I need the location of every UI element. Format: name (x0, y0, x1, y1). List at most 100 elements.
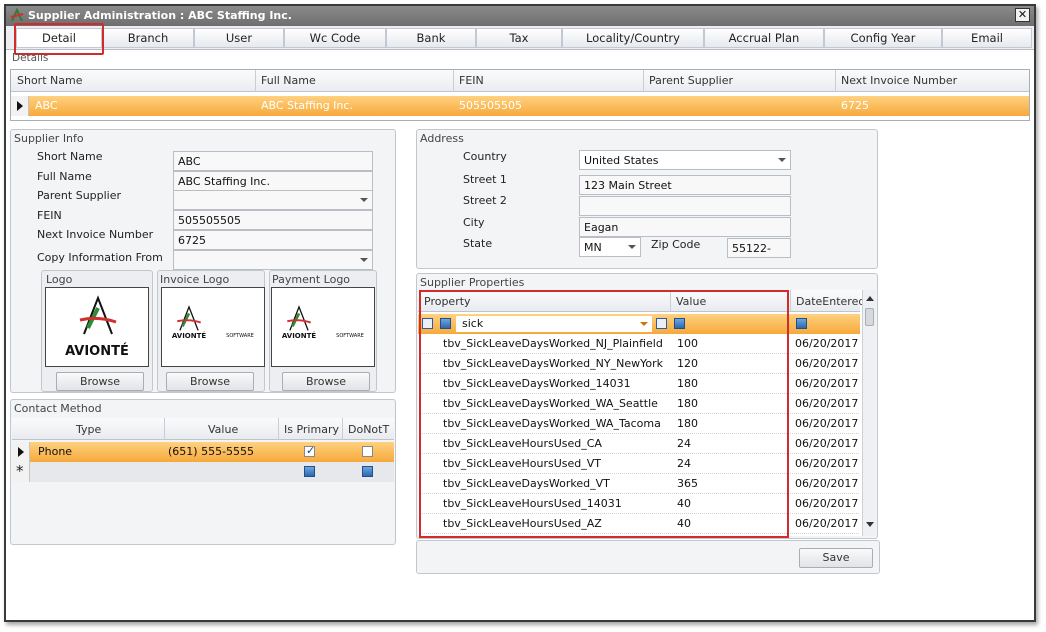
tab-tax[interactable]: Tax (476, 28, 562, 48)
is-primary-checkbox[interactable]: ✓ (304, 444, 315, 457)
table-row[interactable]: tbv_SickLeaveDaysWorked_WA_Tacoma 180 06/2… (419, 414, 859, 434)
contact-value: (651) 555-5555 (168, 445, 255, 458)
property-name: tbv_SickLeaveDaysWorked_WA_Tacoma (443, 417, 661, 430)
new-is-primary-checkbox[interactable] (304, 466, 315, 477)
contact-new-row[interactable]: * (12, 462, 394, 482)
details-selected-row[interactable]: ABC ABC Staffing Inc. 505505505 6725 (11, 96, 1029, 116)
supplier-info-title: Supplier Info (14, 132, 84, 145)
tab-config-year[interactable]: Config Year (824, 28, 942, 48)
col-fein[interactable]: FEIN (459, 74, 484, 87)
save-bar: Save (416, 540, 880, 574)
scroll-up-icon[interactable] (866, 296, 874, 301)
street1-label: Street 1 (463, 173, 507, 186)
row-indicator (12, 442, 30, 462)
contact-method-panel: Contact Method Type Value Is Primary DoN… (10, 399, 396, 545)
tab-strip: Detail Branch User Wc Code Bank Tax Loca… (6, 26, 1034, 50)
tab-wc-code[interactable]: Wc Code (284, 28, 386, 48)
scroll-thumb[interactable] (865, 308, 874, 326)
tab-detail[interactable]: Detail (16, 28, 102, 48)
close-button[interactable]: ✕ (1015, 8, 1030, 22)
contact-row-phone[interactable]: Phone (651) 555-5555 ✓ (12, 442, 394, 462)
cell-full-name: ABC Staffing Inc. (261, 99, 353, 112)
short-name-field[interactable]: ABC (173, 151, 373, 171)
table-row[interactable]: tbv_SickLeaveHoursUsed_VT 24 06/20/2017 (419, 454, 859, 474)
scroll-down-icon[interactable] (866, 522, 874, 527)
tab-bank[interactable]: Bank (386, 28, 476, 48)
tab-locality-country[interactable]: Locality/Country (562, 28, 704, 48)
logo-image[interactable]: AVIONTÉ (45, 287, 149, 367)
supplier-properties-panel: Supplier Properties Property Value DateE… (416, 273, 878, 539)
col-full-name[interactable]: Full Name (261, 74, 316, 87)
invoice-logo-image[interactable]: AVIONTÉ SOFTWARE (161, 287, 265, 367)
col-prop-value[interactable]: Value (676, 295, 706, 308)
table-row[interactable]: tbv_SickLeaveDaysWorked_VT 365 06/20/2017 (419, 474, 859, 494)
next-invoice-field[interactable]: 6725 (173, 230, 373, 250)
property-name: tbv_SickLeaveDaysWorked_NY_NewYork (443, 357, 663, 370)
value-filter-operator-icon[interactable] (674, 318, 685, 329)
invoice-logo-wordmark: AVIONTÉ (171, 332, 207, 340)
full-name-field[interactable]: ABC Staffing Inc. (173, 171, 373, 191)
address-panel: Address Country United States Street 1 1… (416, 129, 878, 269)
filter-clear-icon[interactable] (422, 318, 433, 329)
col-is-primary[interactable]: Is Primary (284, 423, 339, 436)
col-type[interactable]: Type (76, 423, 101, 436)
street2-field[interactable] (579, 196, 791, 216)
copy-from-label: Copy Information From (37, 251, 163, 264)
country-label: Country (463, 150, 507, 163)
cell-next-invoice: 6725 (841, 99, 869, 112)
table-row[interactable]: tbv_SickLeaveHoursUsed_14031 40 06/20/2017 (419, 494, 859, 514)
table-row[interactable]: tbv_SickLeaveDaysWorked_NY_NewYork 120 06/… (419, 354, 859, 374)
cell-short-name: ABC (35, 99, 58, 112)
details-grid-header: Short Name Full Name FEIN Parent Supplie… (11, 70, 1029, 92)
street1-field[interactable]: 123 Main Street (579, 175, 791, 195)
table-row[interactable]: tbv_SickLeaveHoursUsed_CA 24 06/20/2017 (419, 434, 859, 454)
col-next-invoice-number[interactable]: Next Invoice Number (841, 74, 957, 87)
property-date: 06/20/2017 (795, 337, 859, 350)
table-row[interactable]: tbv_SickLeaveDaysWorked_WA_Seattle 180 06/… (419, 394, 859, 414)
property-filter-input[interactable]: sick (456, 316, 652, 332)
tab-branch[interactable]: Branch (102, 28, 194, 48)
tab-user[interactable]: User (194, 28, 284, 48)
parent-supplier-dropdown[interactable] (173, 190, 373, 210)
zip-label: Zip Code (651, 238, 701, 251)
zip-field[interactable]: 55122- (727, 238, 791, 258)
new-row-indicator: * (12, 462, 30, 482)
copy-from-dropdown[interactable] (173, 250, 373, 270)
properties-scrollbar[interactable] (862, 290, 876, 536)
payment-logo-image[interactable]: AVIONTÉ SOFTWARE (271, 287, 375, 367)
col-value[interactable]: Value (208, 423, 238, 436)
details-grid: Short Name Full Name FEIN Parent Supplie… (10, 69, 1030, 121)
property-value: 180 (677, 397, 698, 410)
chevron-down-icon (360, 198, 368, 202)
col-property[interactable]: Property (424, 295, 471, 308)
city-field[interactable]: Eagan (579, 217, 791, 237)
property-name: tbv_SickLeaveDaysWorked_WA_Seattle (443, 397, 658, 410)
table-row[interactable]: tbv_SickLeaveDaysWorked_14031 180 06/20/20… (419, 374, 859, 394)
filter-operator-icon[interactable] (440, 318, 451, 329)
tab-accrual-plan[interactable]: Accrual Plan (704, 28, 824, 48)
do-not-checkbox[interactable] (362, 446, 373, 457)
state-dropdown[interactable]: MN (579, 237, 641, 257)
col-parent-supplier[interactable]: Parent Supplier (649, 74, 733, 87)
save-button[interactable]: Save (799, 548, 873, 568)
logo-browse-button[interactable]: Browse (56, 372, 144, 391)
date-filter-operator-icon[interactable] (796, 318, 807, 329)
payment-logo-browse-button[interactable]: Browse (282, 372, 370, 391)
filter-clear-icon[interactable] (656, 318, 667, 329)
property-name: tbv_SickLeaveDaysWorked_14031 (443, 377, 631, 390)
title-bar: Supplier Administration : ABC Staffing I… (6, 6, 1034, 26)
new-do-not-checkbox[interactable] (362, 466, 373, 477)
contact-type: Phone (38, 445, 73, 458)
fein-field[interactable]: 505505505 (173, 210, 373, 230)
col-date-entered[interactable]: DateEntered (796, 295, 865, 308)
col-short-name[interactable]: Short Name (17, 74, 82, 87)
col-do-not[interactable]: DoNotT (348, 423, 389, 436)
table-row[interactable]: tbv_SickLeaveHoursUsed_AZ 40 06/20/2017 (419, 514, 859, 534)
table-row[interactable]: tbv_SickLeaveDaysWorked_NJ_Plainfield 100… (419, 334, 859, 354)
logo-wordmark: AVIONTÉ (65, 344, 129, 359)
window-title: Supplier Administration : ABC Staffing I… (28, 9, 292, 22)
tab-email[interactable]: Email (942, 28, 1032, 48)
country-dropdown[interactable]: United States (579, 150, 791, 170)
invoice-logo-browse-button[interactable]: Browse (166, 372, 254, 391)
logo-group: Logo AVIONTÉ Browse (41, 270, 153, 392)
